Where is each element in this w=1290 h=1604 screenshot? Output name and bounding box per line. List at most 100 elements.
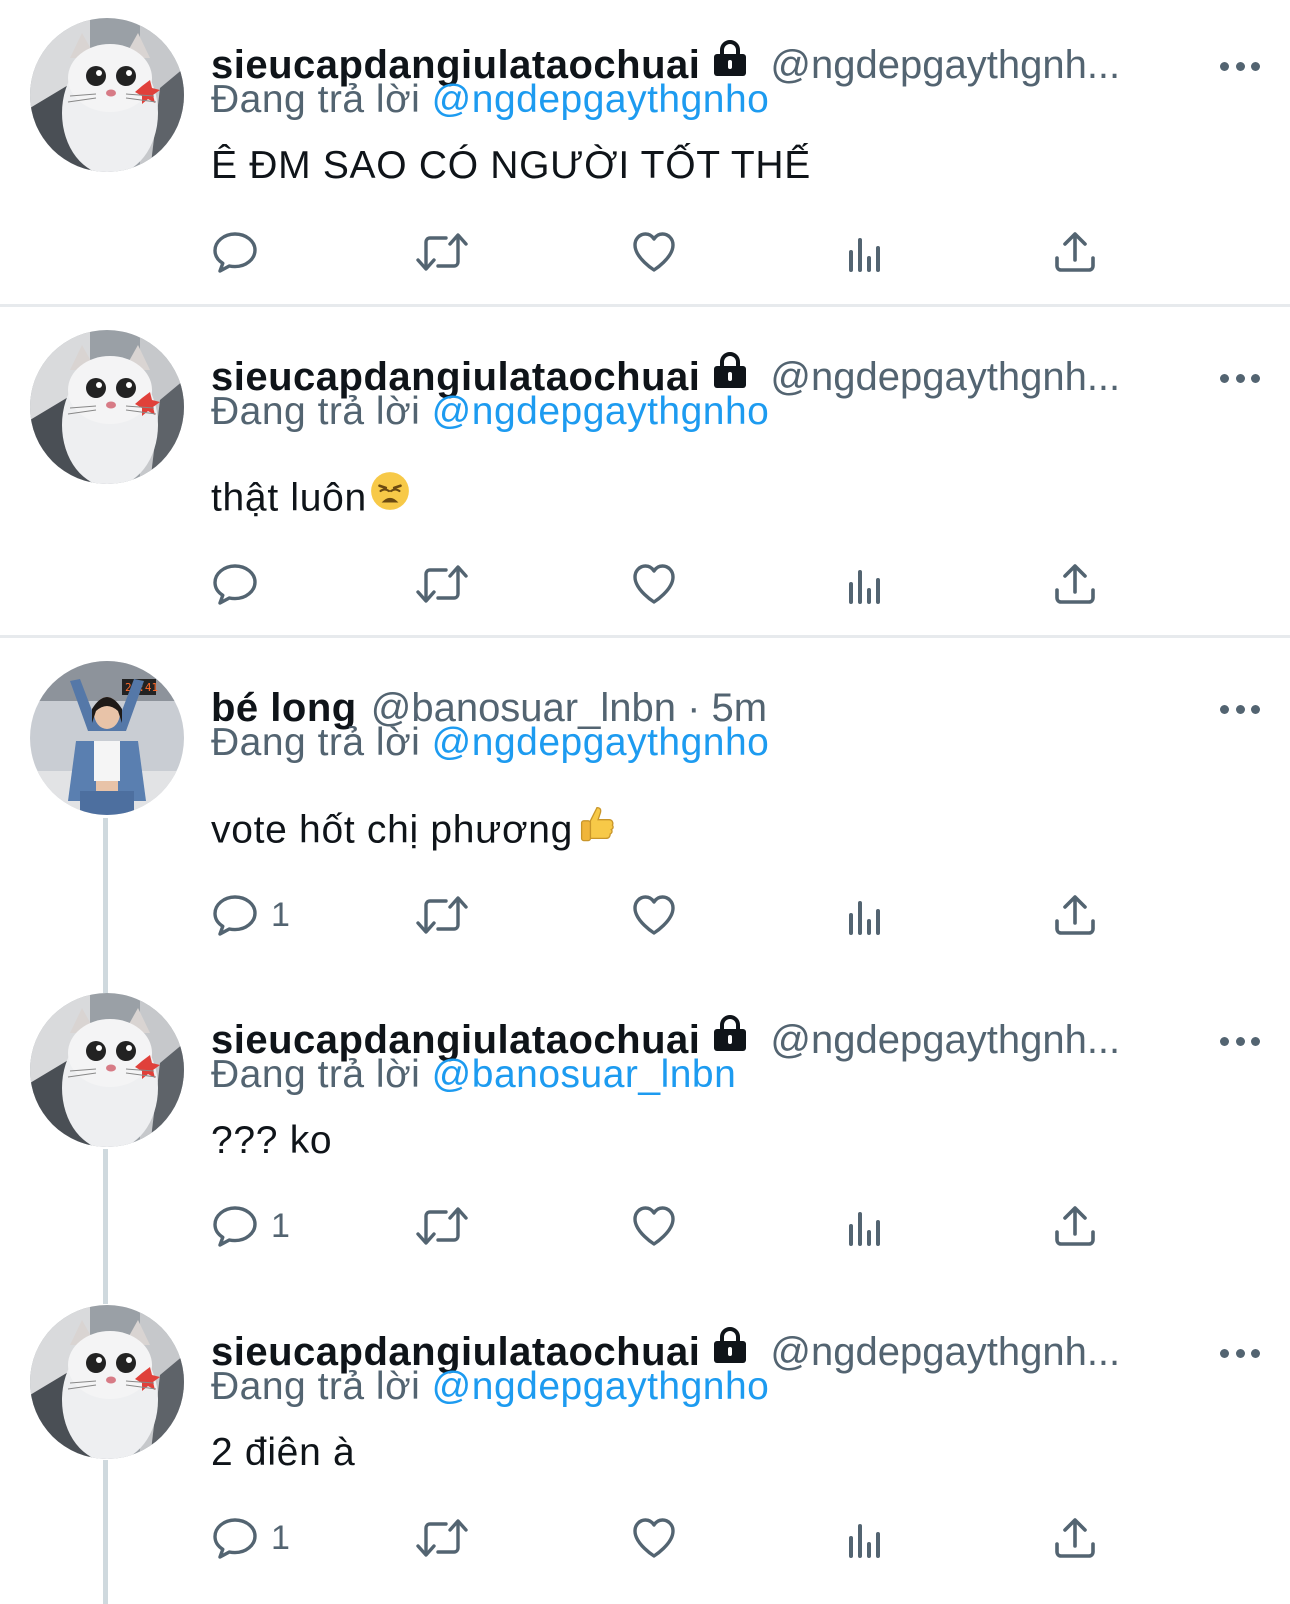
retweet-icon (414, 891, 470, 939)
tweet-text: thật luôn (211, 474, 411, 526)
avatar[interactable] (30, 993, 184, 1147)
avatar[interactable] (30, 18, 184, 172)
tweet-actions: 1 (211, 887, 1131, 943)
mention-link[interactable]: @banosuar_lnbn (432, 1053, 737, 1096)
user-handle[interactable]: @ngdepgaythgnh... (770, 43, 1250, 88)
tweet-actions: 1 (211, 1510, 1131, 1566)
share-button[interactable] (1051, 556, 1099, 612)
more-icon[interactable] (1220, 689, 1260, 729)
retweet-icon (414, 560, 470, 608)
tweet[interactable]: sieucapdangiulataochuai @ngdepgaythgnh..… (0, 18, 1290, 298)
weary-face-emoji (369, 470, 411, 522)
views-button[interactable] (841, 224, 889, 280)
tweet[interactable]: sieucapdangiulataochuai @ngdepgaythgnh..… (0, 330, 1290, 630)
retweet-button[interactable] (414, 1198, 470, 1254)
share-button[interactable] (1051, 1510, 1099, 1566)
replying-to: Đang trả lời @ngdepgaythgnho (211, 1365, 769, 1409)
retweet-button[interactable] (414, 887, 470, 943)
reply-button[interactable] (211, 224, 259, 280)
like-icon (630, 560, 678, 608)
reply-count: 1 (271, 895, 290, 934)
more-icon[interactable] (1220, 1333, 1260, 1373)
retweet-icon (414, 228, 470, 276)
mention-link[interactable]: @ngdepgaythgnho (432, 390, 770, 433)
views-button[interactable] (841, 1198, 889, 1254)
more-icon[interactable] (1220, 46, 1260, 86)
user-handle[interactable]: @ngdepgaythgnh... (770, 355, 1250, 400)
tweet[interactable]: sieucapdangiulataochuai @ngdepgaythgnh..… (0, 1305, 1290, 1600)
share-icon (1051, 560, 1099, 608)
lock-icon (710, 351, 750, 396)
replying-to: Đang trả lời @ngdepgaythgnho (211, 78, 769, 122)
share-icon (1051, 891, 1099, 939)
retweet-button[interactable] (414, 556, 470, 612)
avatar[interactable] (30, 661, 184, 815)
replying-label: Đang trả lời (211, 721, 421, 764)
reply-button[interactable] (211, 556, 259, 612)
views-icon (841, 891, 889, 939)
share-button[interactable] (1051, 224, 1099, 280)
views-icon (841, 1202, 889, 1250)
mention-link[interactable]: @ngdepgaythgnho (432, 78, 770, 121)
like-icon (630, 1202, 678, 1250)
tweet-actions: 1 (211, 1198, 1131, 1254)
avatar[interactable] (30, 330, 184, 484)
tweet-text: 2 điên à (211, 1431, 356, 1474)
retweet-button[interactable] (414, 224, 470, 280)
tweet-text: Ê ĐM SAO CÓ NGƯỜI TỐT THẾ (211, 144, 811, 187)
lock-icon (710, 39, 750, 84)
like-button[interactable] (630, 556, 678, 612)
views-icon (841, 228, 889, 276)
replying-to: Đang trả lời @banosuar_lnbn (211, 1053, 736, 1097)
user-handle[interactable]: @ngdepgaythgnh... (770, 1018, 1250, 1063)
reply-button[interactable]: 1 (211, 1510, 290, 1566)
share-button[interactable] (1051, 1198, 1099, 1254)
like-button[interactable] (630, 1198, 678, 1254)
thumbs-up-emoji (575, 801, 619, 855)
user-handle[interactable]: @ngdepgaythgnh... (770, 1330, 1250, 1375)
views-button[interactable] (841, 887, 889, 943)
lock-icon (710, 1326, 750, 1371)
tweet-divider (0, 304, 1290, 307)
like-button[interactable] (630, 887, 678, 943)
reply-icon (211, 1202, 259, 1250)
tweet[interactable]: sieucapdangiulataochuai @ngdepgaythgnh..… (0, 993, 1290, 1283)
replying-label: Đang trả lời (211, 1053, 421, 1096)
reply-count: 1 (271, 1206, 290, 1245)
tweet-divider (0, 635, 1290, 638)
tweet-actions (211, 556, 1131, 612)
reply-icon (211, 1514, 259, 1562)
mention-link[interactable]: @ngdepgaythgnho (432, 721, 770, 764)
retweet-button[interactable] (414, 1510, 470, 1566)
more-icon[interactable] (1220, 358, 1260, 398)
like-button[interactable] (630, 1510, 678, 1566)
share-icon (1051, 1514, 1099, 1562)
more-icon[interactable] (1220, 1021, 1260, 1061)
reply-icon (211, 560, 259, 608)
share-button[interactable] (1051, 887, 1099, 943)
reply-icon (211, 891, 259, 939)
views-icon (841, 1514, 889, 1562)
reply-button[interactable]: 1 (211, 1198, 290, 1254)
replying-label: Đang trả lời (211, 78, 421, 121)
reply-count: 1 (271, 1518, 290, 1557)
like-icon (630, 1514, 678, 1562)
views-button[interactable] (841, 556, 889, 612)
share-icon (1051, 228, 1099, 276)
like-icon (630, 891, 678, 939)
like-button[interactable] (630, 224, 678, 280)
retweet-icon (414, 1202, 470, 1250)
replying-label: Đang trả lời (211, 1365, 421, 1408)
replying-to: Đang trả lời @ngdepgaythgnho (211, 721, 769, 765)
mention-link[interactable]: @ngdepgaythgnho (432, 1365, 770, 1408)
tweet[interactable]: bé long @banosuar_lnbn · 5m Đang trả lời… (0, 661, 1290, 971)
tweet-text: ??? ko (211, 1119, 333, 1162)
views-button[interactable] (841, 1510, 889, 1566)
reply-button[interactable]: 1 (211, 887, 290, 943)
views-icon (841, 560, 889, 608)
tweet-text: vote hốt chị phương (211, 805, 619, 859)
avatar[interactable] (30, 1305, 184, 1459)
retweet-icon (414, 1514, 470, 1562)
reply-icon (211, 228, 259, 276)
replying-to: Đang trả lời @ngdepgaythgnho (211, 390, 769, 434)
